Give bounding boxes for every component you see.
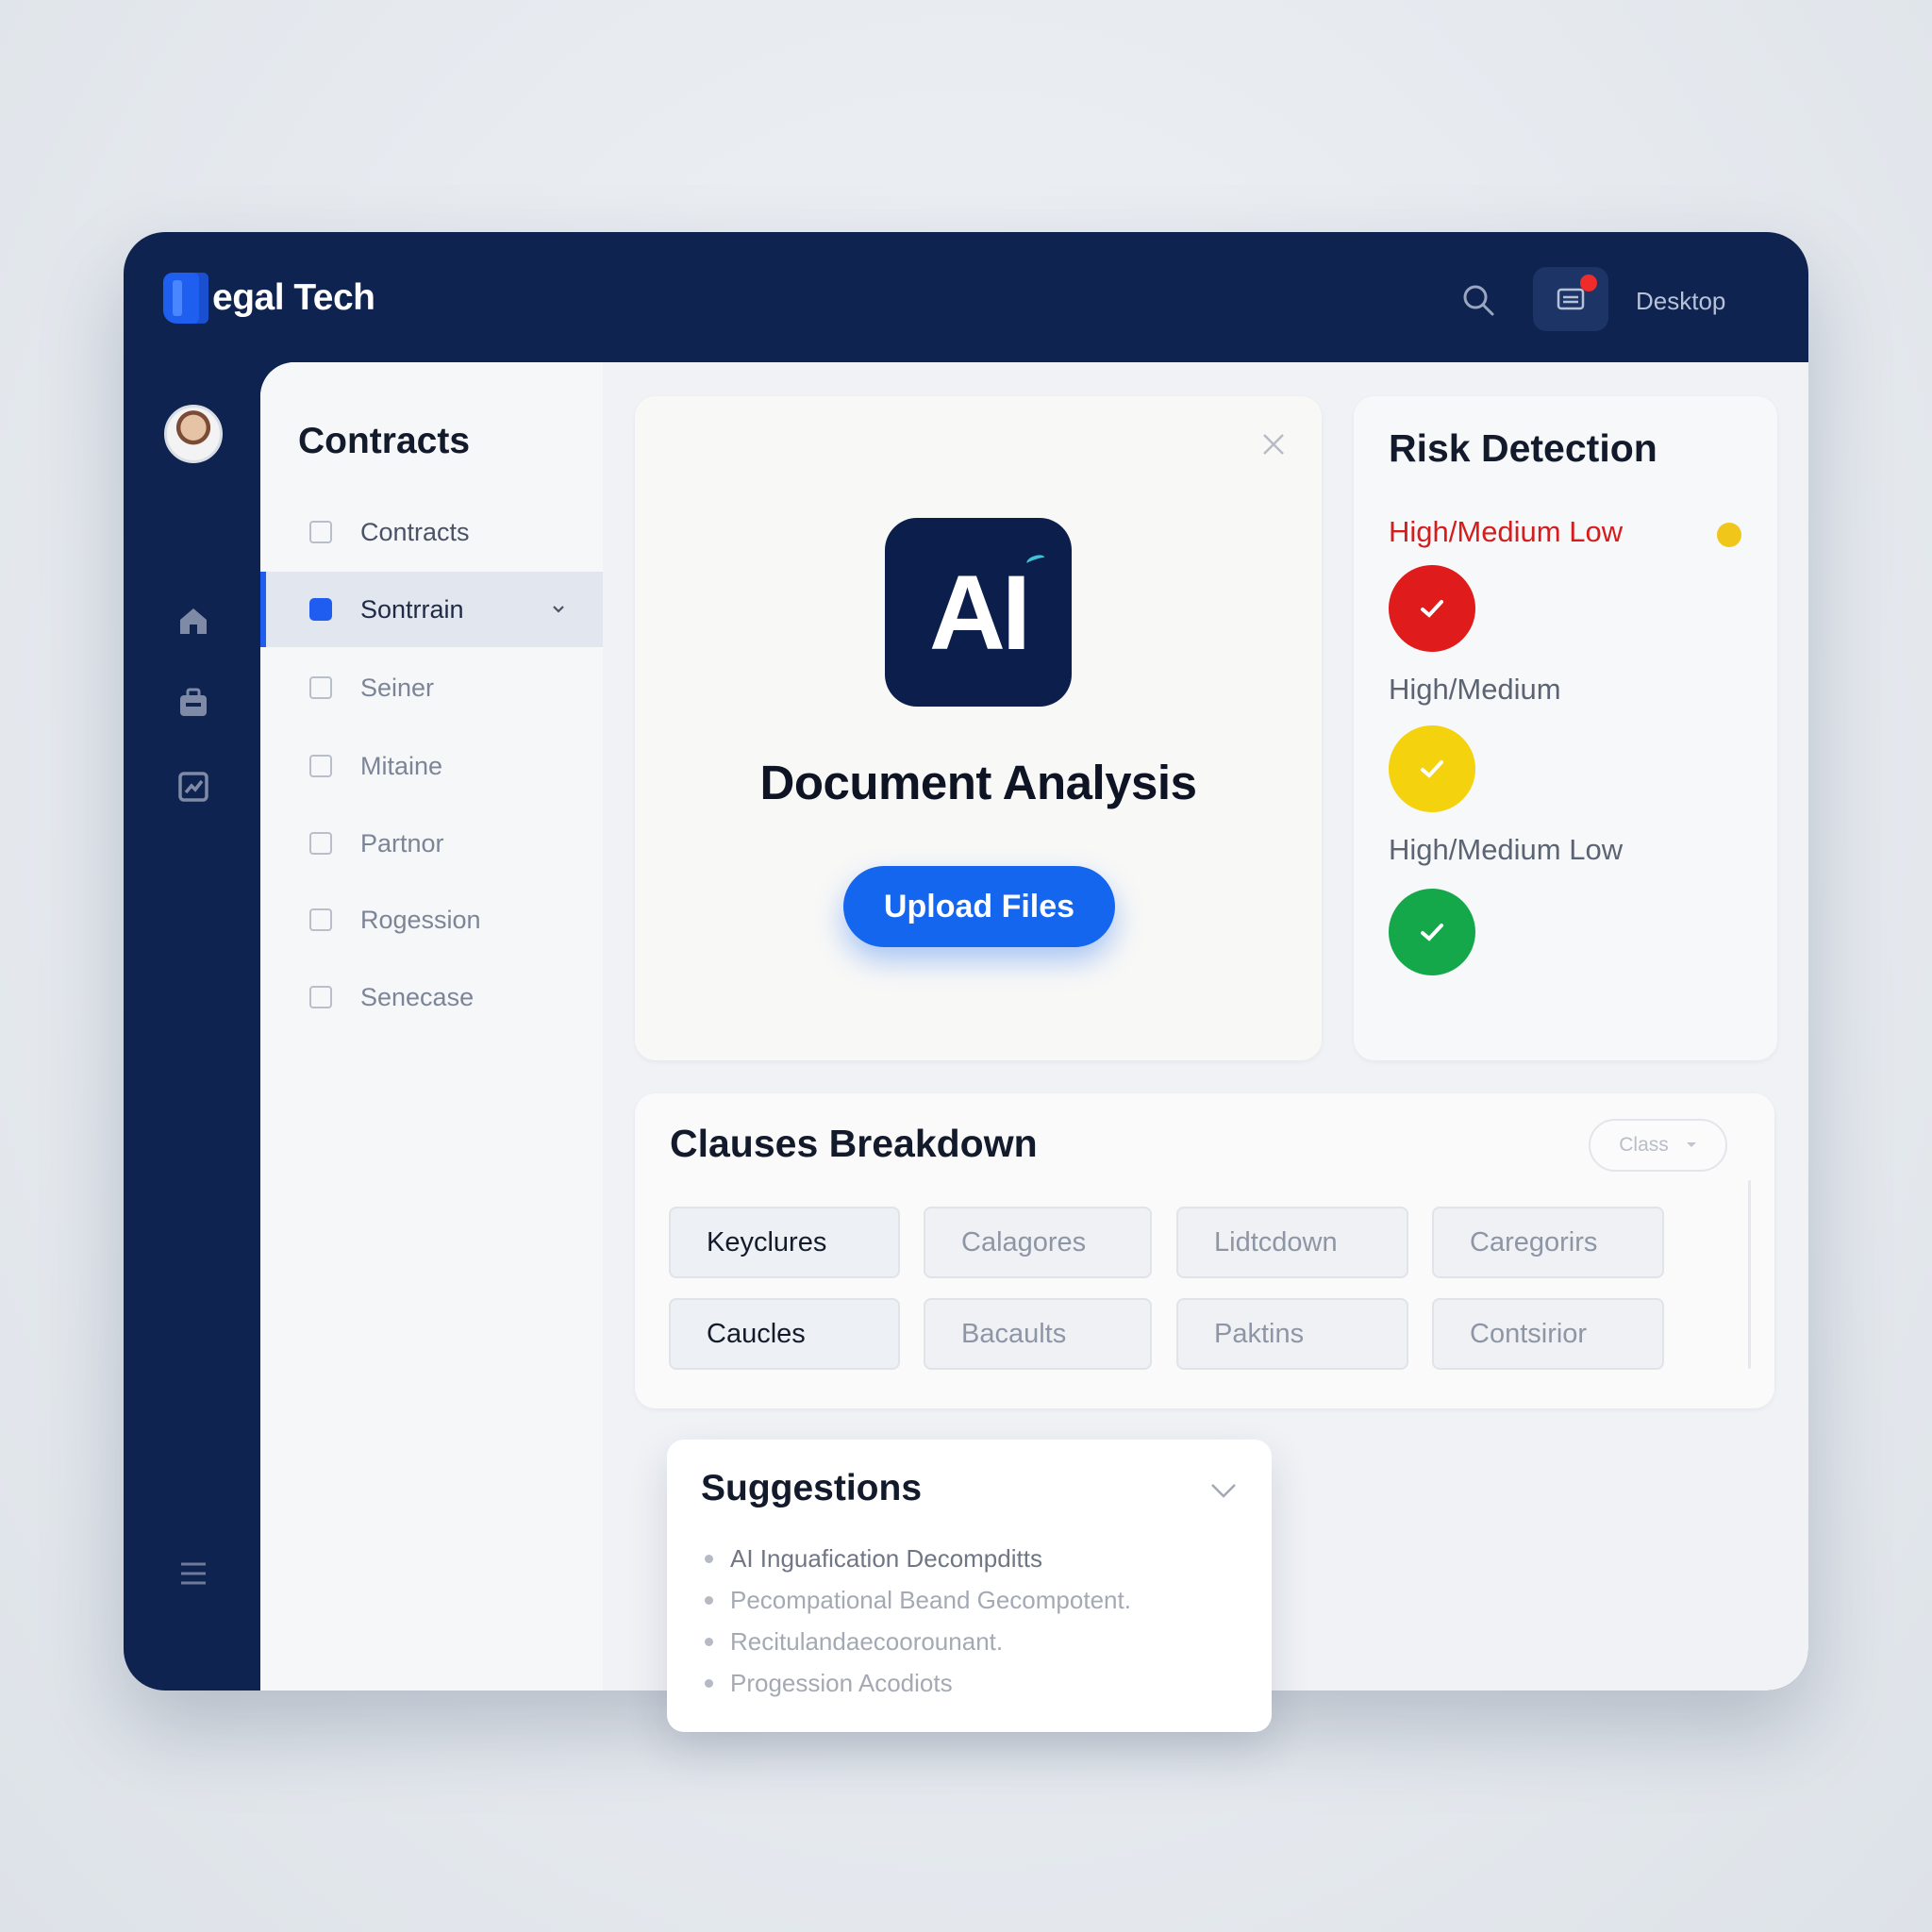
clause-chip[interactable]: Keyclures (669, 1207, 900, 1278)
notification-badge (1580, 275, 1597, 291)
sidebar-item[interactable]: Contracts (260, 494, 603, 570)
brand-name: egal Tech (212, 277, 375, 318)
suggestion-item[interactable]: Pecompational Beand Gecompotent. (705, 1579, 1131, 1621)
filter-label: Class (1619, 1134, 1669, 1156)
chevron-down-icon[interactable] (1209, 1481, 1238, 1500)
clause-chip[interactable]: Lidtcdown (1176, 1207, 1408, 1278)
avatar[interactable] (164, 405, 223, 463)
chevron-down-icon (1686, 1142, 1696, 1147)
suggestion-item[interactable]: Progession Acodiots (705, 1662, 1131, 1704)
risk-level-label: High/Medium Low (1389, 515, 1624, 548)
home-icon[interactable] (176, 604, 210, 638)
checkbox[interactable] (309, 986, 332, 1008)
risk-low-indicator[interactable] (1389, 889, 1475, 975)
checkbox[interactable] (309, 832, 332, 855)
suggestions-card: Suggestions AI Inguafication Decompditts… (667, 1440, 1272, 1732)
search-icon[interactable] (1459, 281, 1497, 319)
sidebar-item[interactable]: Senecase (260, 959, 603, 1035)
document-title: Document Analysis (759, 756, 1197, 809)
ai-logo: AI (885, 518, 1072, 707)
clauses-title: Clauses Breakdown (670, 1122, 1038, 1165)
checkbox[interactable] (309, 521, 332, 543)
clause-chip[interactable]: Paktins (1176, 1298, 1408, 1370)
sidebar-item-label: Senecase (360, 982, 475, 1011)
clause-chip[interactable]: Caucles (669, 1298, 900, 1370)
suggestion-item[interactable]: AI Inguafication Decompditts (705, 1538, 1131, 1579)
sidebar-item-label: Rogession (360, 905, 481, 934)
suggestion-item[interactable]: Recitulandaecoorounant. (705, 1621, 1131, 1662)
sidebar-item[interactable]: Seiner (260, 650, 603, 725)
inbox-icon (1557, 288, 1585, 310)
notifications-button[interactable] (1533, 267, 1608, 331)
checkbox[interactable] (309, 908, 332, 931)
legend-dot (1717, 523, 1741, 547)
ai-logo-text: AI (929, 553, 1031, 672)
top-bar: egal Tech Desktop (124, 232, 1808, 362)
sidebar-item-label: Sontrrain (360, 594, 464, 624)
risk-medium-indicator[interactable] (1389, 725, 1475, 812)
menu-icon[interactable] (178, 1560, 208, 1587)
brand[interactable]: egal Tech (163, 272, 375, 325)
risk-high-indicator[interactable] (1389, 565, 1475, 652)
risk-detection-card: Risk Detection High/Medium Low High/Medi… (1354, 396, 1777, 1060)
checkbox[interactable] (309, 755, 332, 777)
sidebar-item[interactable]: Partnor (260, 806, 603, 881)
check-icon (1421, 760, 1443, 778)
workspace-label[interactable]: Desktop (1636, 287, 1725, 316)
panel-title: Contracts (298, 421, 471, 461)
scrollbar[interactable] (1748, 1180, 1751, 1369)
reports-icon[interactable] (176, 770, 210, 804)
clause-chip[interactable]: Calagores (924, 1207, 1152, 1278)
sidebar-item-label: Contracts (360, 517, 470, 546)
suggestions-list: AI Inguafication Decompditts Pecompation… (705, 1538, 1131, 1704)
legal-tech-logo-icon (163, 273, 208, 324)
sidebar-item-label: Seiner (360, 673, 435, 702)
risk-level-label: High/Medium Low (1389, 833, 1624, 866)
suggestions-title: Suggestions (701, 1468, 923, 1508)
clause-chip[interactable]: Bacaults (924, 1298, 1152, 1370)
sidebar-item-selected[interactable]: Sontrrain (260, 572, 603, 647)
checkbox[interactable] (309, 598, 332, 621)
clause-chip[interactable]: Contsirior (1432, 1298, 1664, 1370)
sidebar-item-label: Mitaine (360, 751, 443, 780)
clause-chip[interactable]: Caregorirs (1432, 1207, 1664, 1278)
icon-rail (124, 362, 260, 1690)
contracts-panel: Contracts Contracts Sontrrain Seiner Mit… (260, 362, 603, 1690)
sidebar-item[interactable]: Rogession (260, 882, 603, 958)
logo-accent (1024, 553, 1047, 568)
check-icon (1421, 600, 1443, 618)
chevron-down-icon (553, 606, 564, 613)
risk-title: Risk Detection (1389, 426, 1657, 470)
check-icon (1421, 924, 1443, 941)
risk-level-label: High/Medium (1389, 673, 1561, 706)
briefcase-icon[interactable] (176, 686, 210, 720)
sidebar-item-label: Partnor (360, 828, 444, 858)
close-icon[interactable] (1261, 432, 1286, 457)
checkbox[interactable] (309, 676, 332, 699)
upload-files-button[interactable]: Upload Files (843, 866, 1115, 947)
class-filter-dropdown[interactable]: Class (1589, 1119, 1727, 1172)
document-analysis-card: AI Document Analysis Upload Files (635, 396, 1322, 1060)
clauses-breakdown-card: Clauses Breakdown Class Keyclures Calago… (635, 1093, 1774, 1408)
sidebar-item[interactable]: Mitaine (260, 728, 603, 804)
